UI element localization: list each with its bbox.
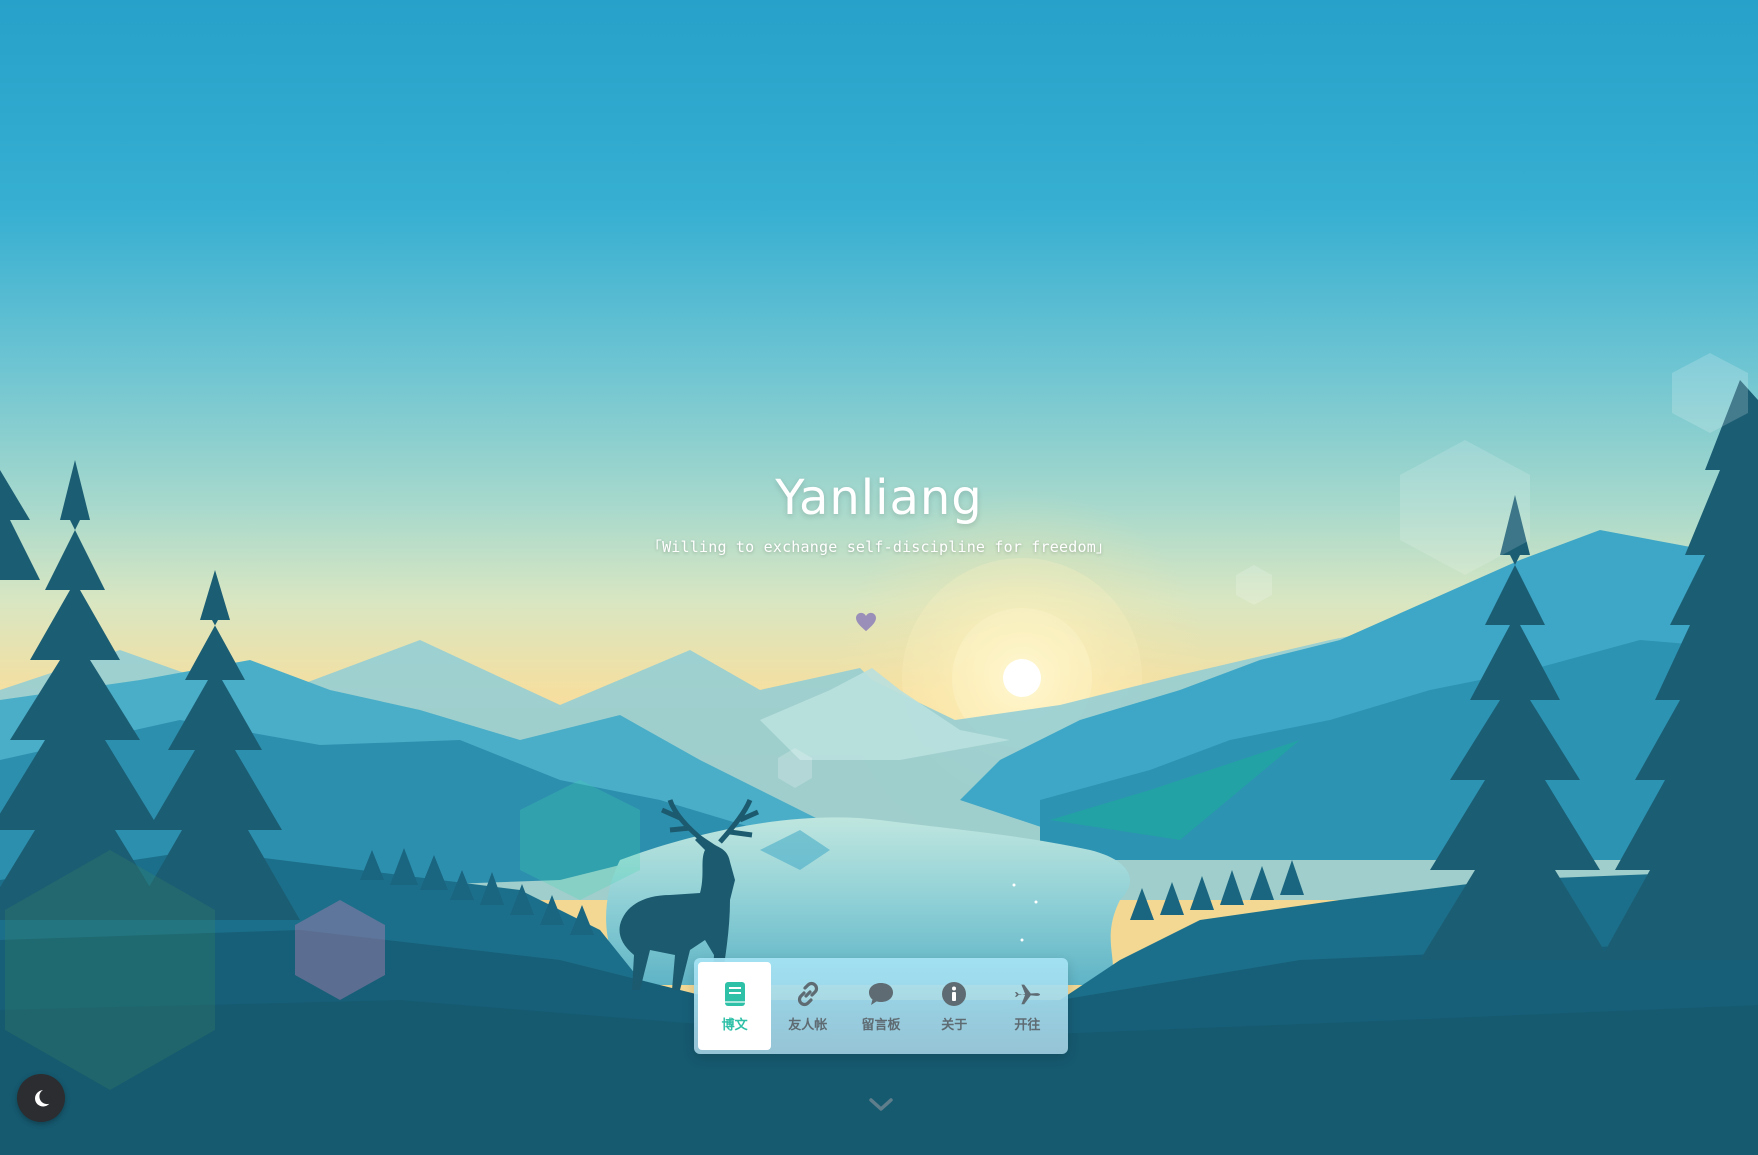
nav-label: 博文 [721,1017,748,1033]
theme-toggle-button[interactable] [17,1074,65,1122]
site-title: Yanliang [775,470,983,526]
landing-page: Yanliang 「Willing to exchange self-disci… [0,0,1758,1155]
nav-label: 关于 [941,1017,968,1033]
nav-label: 留言板 [861,1017,901,1033]
nav-label: 开往 [1014,1017,1041,1033]
nav-item-posts[interactable]: 博文 [698,962,772,1050]
nav-item-travel[interactable]: 开往 [991,962,1064,1050]
nav-item-friends[interactable]: 友人帐 [771,962,844,1050]
plane-icon [1013,980,1041,1008]
moon-icon [35,1090,50,1107]
info-icon [940,980,968,1008]
nav-item-about[interactable]: 关于 [918,962,991,1050]
chevron-down-icon[interactable] [868,1096,894,1114]
heart-icon[interactable] [855,612,877,632]
link-icon [794,980,822,1008]
book-icon [721,980,749,1008]
main-nav: 博文 友人帐 留言板 关于 开往 [694,958,1068,1054]
nav-item-guestbook[interactable]: 留言板 [844,962,917,1050]
comment-icon [867,980,895,1008]
site-subtitle: 「Willing to exchange self-discipline for… [646,538,1112,556]
nav-label: 友人帐 [788,1017,828,1033]
